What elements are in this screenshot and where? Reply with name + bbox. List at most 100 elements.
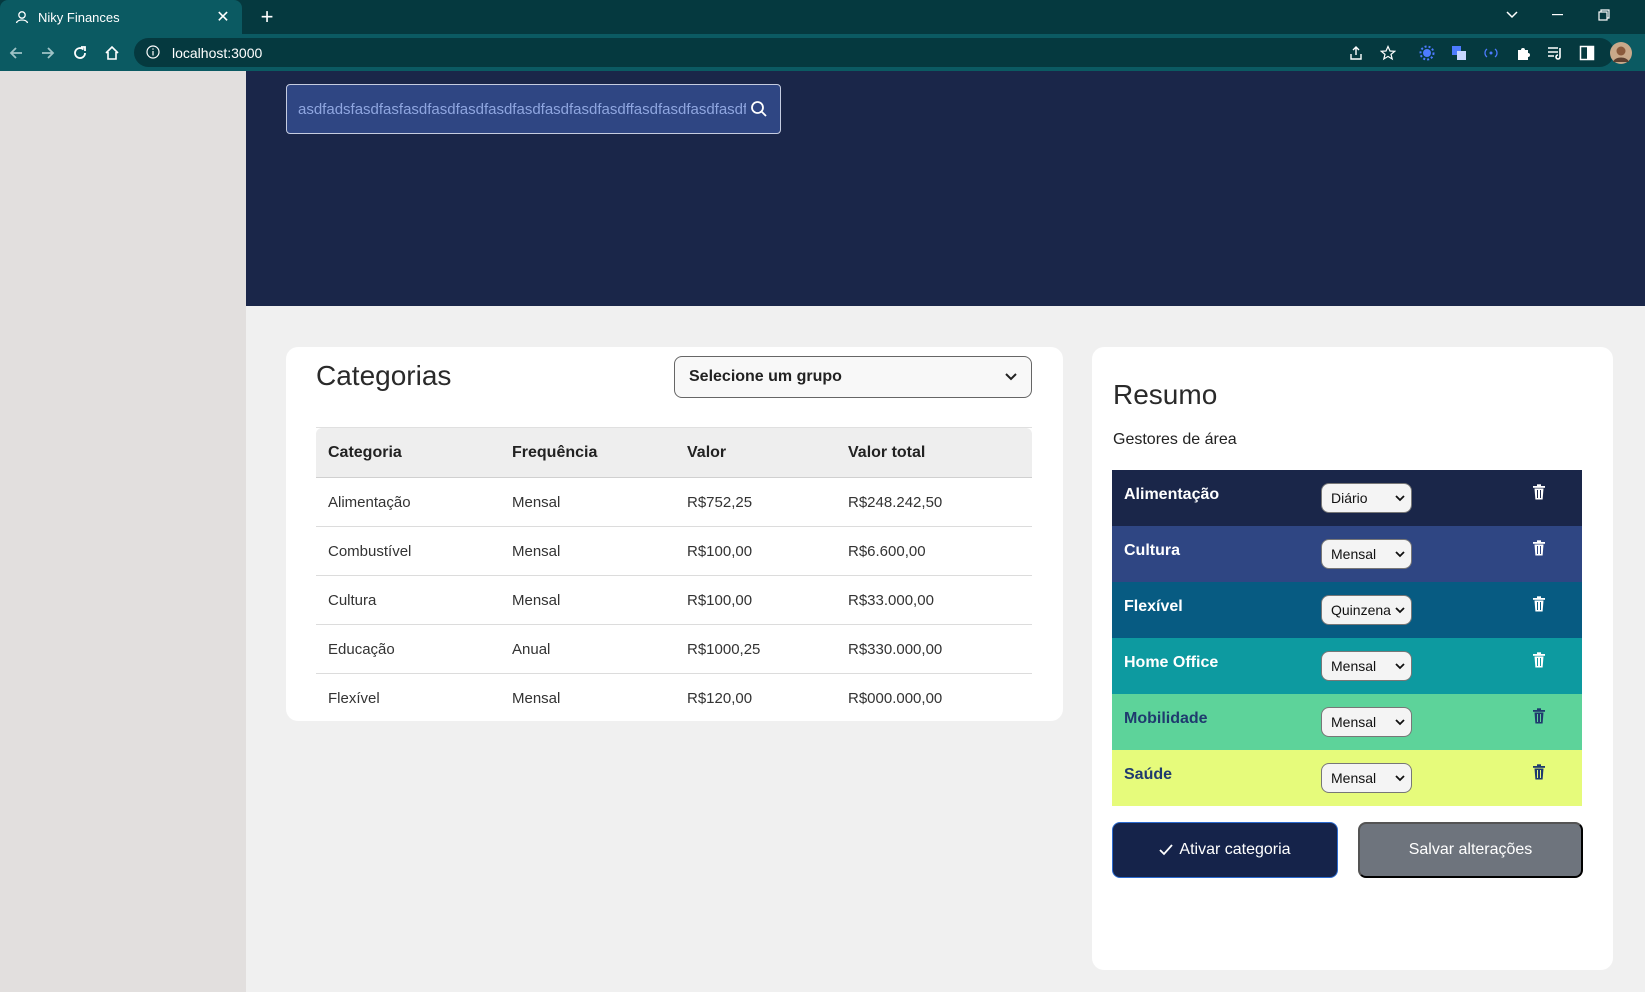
forward-icon[interactable] <box>34 39 62 67</box>
categories-title: Categorias <box>316 360 452 391</box>
chevron-down-icon <box>1395 718 1405 725</box>
summary-item-home-office: Home Office Mensal <box>1112 638 1582 694</box>
table-row: Cultura Mensal R$100,00 R$33.000,00 <box>316 575 1032 625</box>
url-text: localhost:3000 <box>172 44 263 61</box>
save-changes-label: Salvar alterações <box>1408 841 1533 858</box>
frequency-select[interactable]: Diário <box>1321 483 1412 513</box>
table-cell: Mensal <box>500 575 675 625</box>
new-tab-button[interactable]: + <box>254 4 280 30</box>
media-queue-icon[interactable] <box>1545 43 1565 63</box>
search-icon[interactable] <box>746 96 772 122</box>
table-cell: R$120,00 <box>687 689 753 707</box>
table-cell: R$6.600,00 <box>836 526 1032 576</box>
chevron-down-icon <box>1395 550 1405 557</box>
trash-icon[interactable] <box>1530 482 1548 502</box>
chevron-down-icon <box>1395 494 1405 501</box>
table-row: Flexível Mensal R$120,00 R$000.000,00 <box>316 674 1032 723</box>
table-cell: R$100,00 <box>675 526 836 576</box>
summary-item-name: Alimentação <box>1124 486 1220 503</box>
summary-item-name: Cultura <box>1124 542 1180 559</box>
frequency-value: Diário <box>1331 490 1368 506</box>
frequency-value: Mensal <box>1331 770 1377 786</box>
summary-card: Resumo Gestores de área Alimentação Diár… <box>1092 347 1613 970</box>
frequency-select[interactable]: Mensal <box>1321 763 1412 793</box>
group-select[interactable]: Selecione um grupo <box>674 356 1032 398</box>
frequency-select[interactable]: Mensal <box>1321 539 1412 569</box>
table-cell: R$000.000,00 <box>848 689 943 707</box>
table-cell: R$330.000,00 <box>836 624 1032 674</box>
browser-tab-bar: Niky Finances ✕ + <box>0 0 1645 34</box>
table-row: Combustível Mensal R$100,00 R$6.600,00 <box>316 526 1032 576</box>
share-icon[interactable] <box>1346 43 1366 63</box>
activate-category-button[interactable]: Ativar categoria <box>1112 822 1338 878</box>
translate-icon[interactable] <box>1449 43 1469 63</box>
browser-toolbar: localhost:3000 <box>0 34 1645 71</box>
table-cell: Educação <box>316 624 500 674</box>
tab-close-icon[interactable]: ✕ <box>214 7 232 27</box>
table-header-row: Categoria Frequência Valor Valor total <box>316 427 1032 478</box>
column-header: Valor total <box>836 427 1032 478</box>
chevron-down-icon <box>1005 368 1017 386</box>
frequency-select[interactable]: Quinzenal <box>1321 595 1412 625</box>
frequency-select[interactable]: Mensal <box>1321 651 1412 681</box>
categories-card: Categorias Selecione um grupo Categoria … <box>286 347 1063 721</box>
tab-title: Niky Finances <box>38 9 120 25</box>
reload-icon[interactable] <box>66 39 94 67</box>
table-cell: R$1000,25 <box>675 624 836 674</box>
frequency-value: Mensal <box>1331 658 1377 674</box>
summary-list: Alimentação Diário Cultura Mensal Flexív… <box>1112 470 1582 806</box>
summary-item-name: Home Office <box>1124 654 1219 671</box>
summary-item-flexivel: Flexível Quinzenal <box>1112 582 1582 638</box>
extensions-puzzle-icon[interactable] <box>1513 43 1533 63</box>
chevron-down-icon <box>1395 774 1405 781</box>
site-info-icon[interactable] <box>146 44 162 61</box>
check-icon <box>1159 844 1174 856</box>
tab-search-icon[interactable] <box>1490 0 1534 30</box>
table-cell: Mensal <box>512 689 561 707</box>
categories-table: Categoria Frequência Valor Valor total A… <box>316 427 1032 723</box>
search-input[interactable] <box>298 100 746 118</box>
table-cell: R$33.000,00 <box>836 575 1032 625</box>
frequency-select[interactable]: Mensal <box>1321 707 1412 737</box>
side-panel-icon[interactable] <box>1577 43 1597 63</box>
group-select-value: Selecione um grupo <box>689 368 842 385</box>
save-changes-button[interactable]: Salvar alterações <box>1358 822 1583 878</box>
bookmark-star-icon[interactable] <box>1378 43 1398 63</box>
table-cell: R$100,00 <box>675 575 836 625</box>
table-cell: Anual <box>500 624 675 674</box>
table-row: Educação Anual R$1000,25 R$330.000,00 <box>316 624 1032 674</box>
trash-icon[interactable] <box>1530 538 1548 558</box>
restore-icon[interactable] <box>1582 0 1626 30</box>
column-header: Valor <box>675 427 836 478</box>
table-cell: Cultura <box>316 575 500 625</box>
minimize-icon[interactable] <box>1536 0 1580 30</box>
table-cell: R$248.242,50 <box>836 477 1032 527</box>
sidebar <box>0 71 246 992</box>
trash-icon[interactable] <box>1530 650 1548 670</box>
trash-icon[interactable] <box>1530 594 1548 614</box>
trash-icon[interactable] <box>1530 706 1548 726</box>
table-cell: Mensal <box>500 477 675 527</box>
summary-subtitle: Gestores de área <box>1113 431 1237 448</box>
trash-icon[interactable] <box>1530 762 1548 782</box>
frequency-value: Quinzenal <box>1331 602 1391 618</box>
chevron-down-icon <box>1395 662 1405 669</box>
table-cell: Alimentação <box>316 477 500 527</box>
activate-category-label: Ativar categoria <box>1179 841 1291 858</box>
summary-item-cultura: Cultura Mensal <box>1112 526 1582 582</box>
column-header: Frequência <box>500 427 675 478</box>
table-cell: R$752,25 <box>675 477 836 527</box>
frequency-value: Mensal <box>1331 714 1377 730</box>
search-box <box>286 84 781 134</box>
extension-broadcast-icon[interactable] <box>1481 43 1501 63</box>
home-icon[interactable] <box>98 39 126 67</box>
extension-gear-icon[interactable] <box>1417 43 1437 63</box>
back-icon[interactable] <box>2 39 30 67</box>
summary-item-saude: Saúde Mensal <box>1112 750 1582 806</box>
profile-avatar[interactable] <box>1609 41 1633 65</box>
summary-item-name: Flexível <box>1124 598 1183 615</box>
browser-tab[interactable]: Niky Finances ✕ <box>0 0 242 34</box>
table-cell: Combustível <box>316 526 500 576</box>
summary-item-alimentacao: Alimentação Diário <box>1112 470 1582 526</box>
table-cell: Flexível <box>328 689 380 707</box>
